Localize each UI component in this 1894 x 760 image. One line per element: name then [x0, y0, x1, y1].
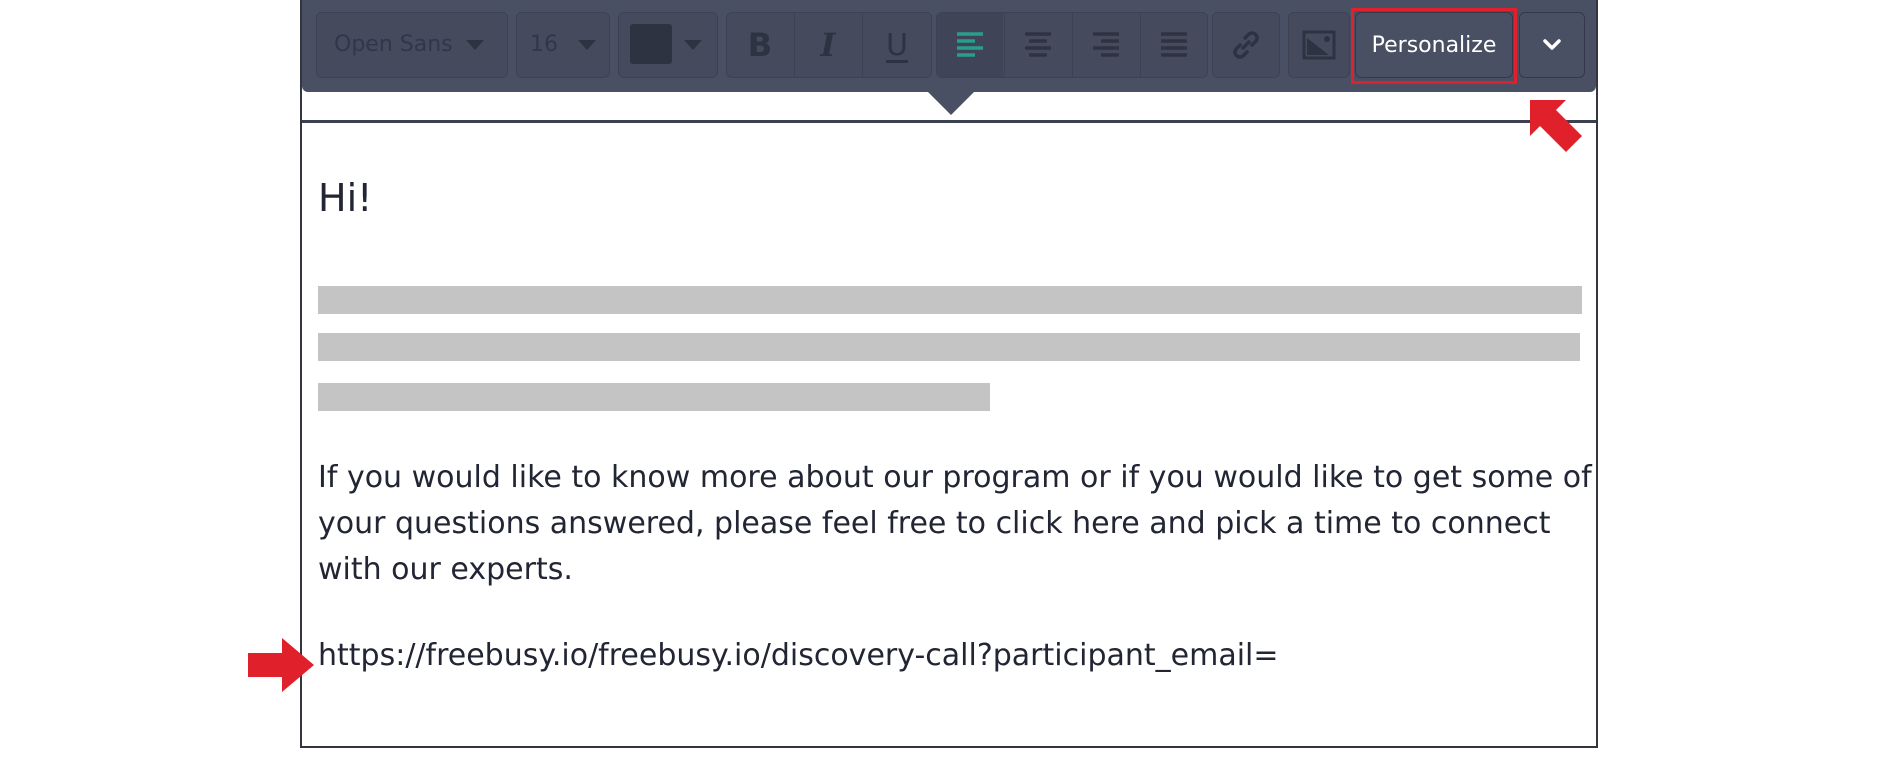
- align-left-icon[interactable]: [936, 12, 1004, 78]
- redacted-line: [318, 286, 1582, 314]
- underline-icon[interactable]: U: [862, 12, 932, 78]
- greeting-text: Hi!: [318, 176, 373, 220]
- editor-top-divider: [302, 120, 1596, 123]
- booking-url[interactable]: https://freebusy.io/freebusy.io/discover…: [318, 638, 1279, 673]
- body-paragraph: If you would like to know more about our…: [318, 460, 1592, 587]
- more-options-button[interactable]: [1519, 12, 1585, 78]
- color-swatch: [630, 24, 672, 64]
- personalize-button[interactable]: Personalize: [1355, 12, 1513, 78]
- align-justify-icon[interactable]: [1140, 12, 1208, 78]
- chevron-down-icon: [578, 40, 596, 50]
- redacted-line: [318, 333, 1580, 361]
- align-center-icon[interactable]: [1004, 12, 1072, 78]
- annotation-arrow-icon: [1530, 100, 1582, 152]
- bold-icon[interactable]: B: [726, 12, 794, 78]
- image-icon: [1288, 12, 1350, 78]
- chevron-down-icon: [1543, 39, 1561, 50]
- chevron-down-icon: [684, 40, 702, 50]
- toolbar-pointer: [927, 91, 975, 115]
- font-family-value: Open Sans: [334, 32, 453, 57]
- chevron-down-icon: [466, 40, 484, 50]
- font-size-value: 16: [530, 32, 558, 57]
- italic-icon[interactable]: I: [794, 12, 862, 78]
- link-icon: [1212, 12, 1280, 78]
- align-right-icon[interactable]: [1072, 12, 1140, 78]
- annotation-arrow-icon: [248, 638, 314, 692]
- redacted-line: [318, 383, 990, 411]
